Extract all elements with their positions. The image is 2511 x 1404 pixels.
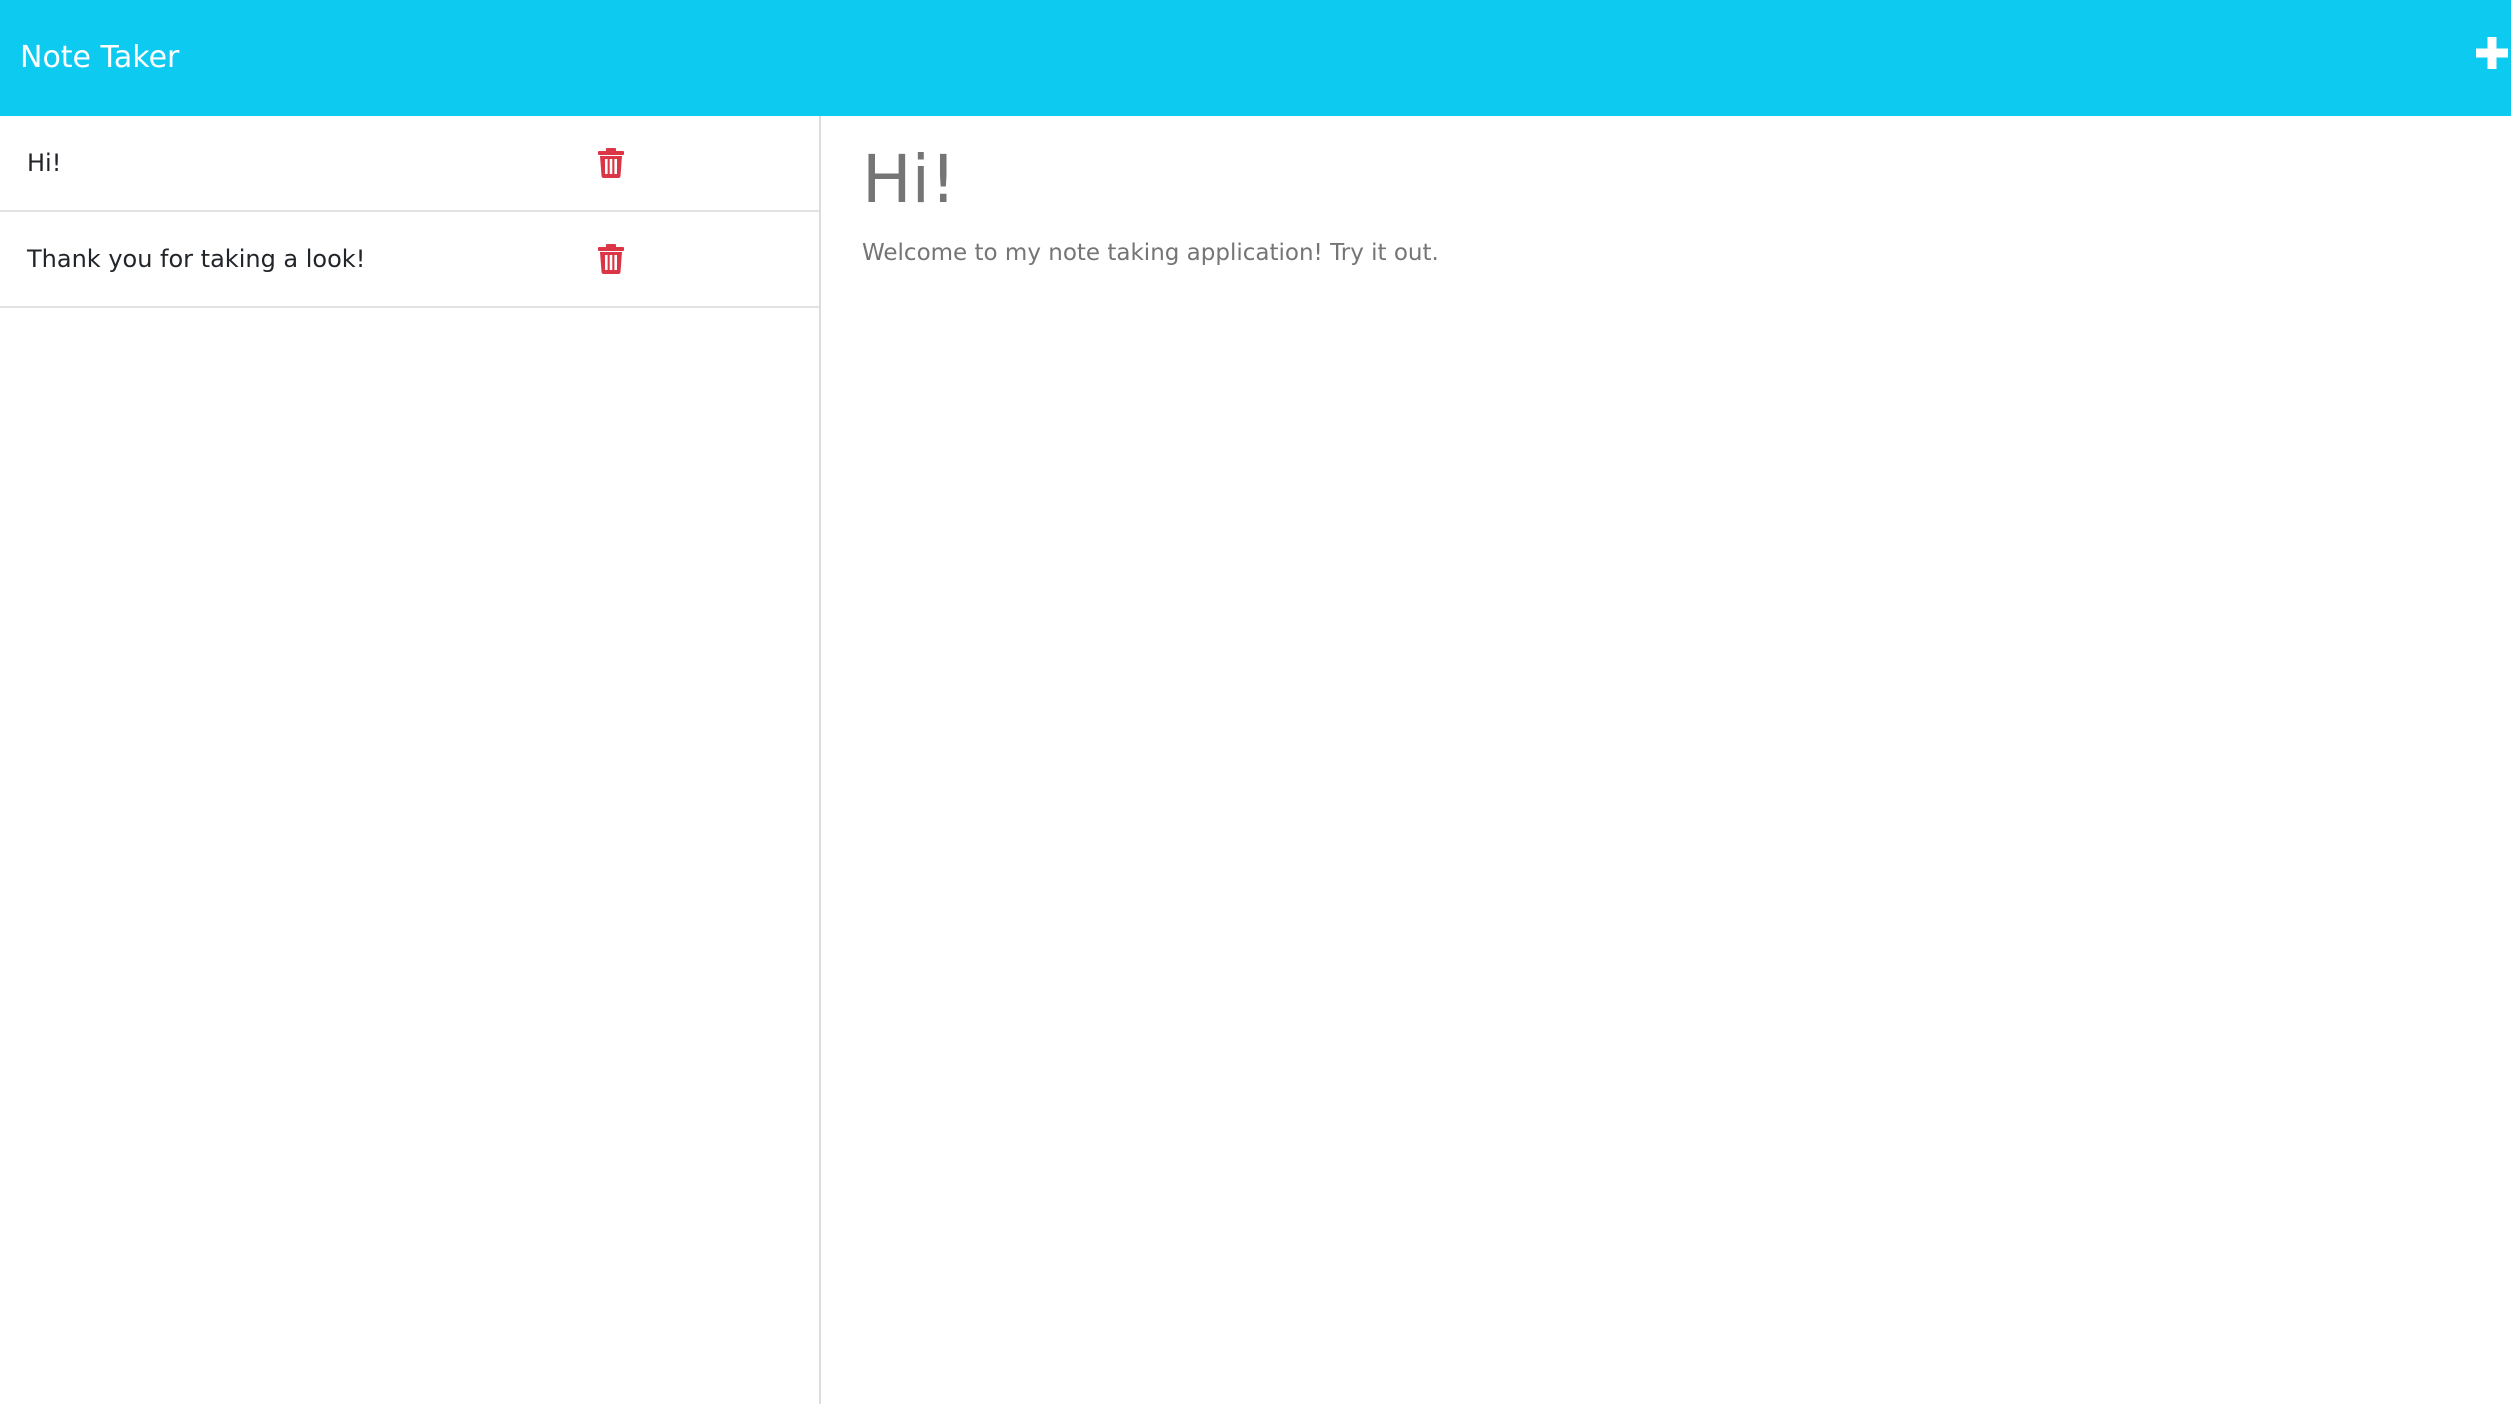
new-note-button[interactable] — [2473, 34, 2511, 72]
note-list-item[interactable]: Hi! — [0, 116, 819, 212]
trash-icon — [598, 148, 624, 178]
delete-note-button[interactable] — [598, 148, 624, 178]
note-editor: Hi! Welcome to my note taking applicatio… — [823, 116, 2511, 1404]
note-sidebar: Hi! Thank you for taking a look! — [0, 116, 821, 1404]
note-title-field[interactable]: Hi! — [862, 138, 956, 222]
plus-icon — [2476, 37, 2508, 69]
note-list: Hi! Thank you for taking a look! — [0, 116, 819, 308]
trash-icon — [598, 244, 624, 274]
app-title[interactable]: Note Taker — [20, 36, 179, 80]
navbar: Note Taker — [0, 0, 2511, 116]
note-list-item[interactable]: Thank you for taking a look! — [0, 212, 819, 308]
note-list-item-title: Hi! — [27, 149, 62, 177]
note-list-item-title: Thank you for taking a look! — [27, 245, 366, 273]
note-text-field[interactable]: Welcome to my note taking application! T… — [862, 236, 1439, 270]
delete-note-button[interactable] — [598, 244, 624, 274]
